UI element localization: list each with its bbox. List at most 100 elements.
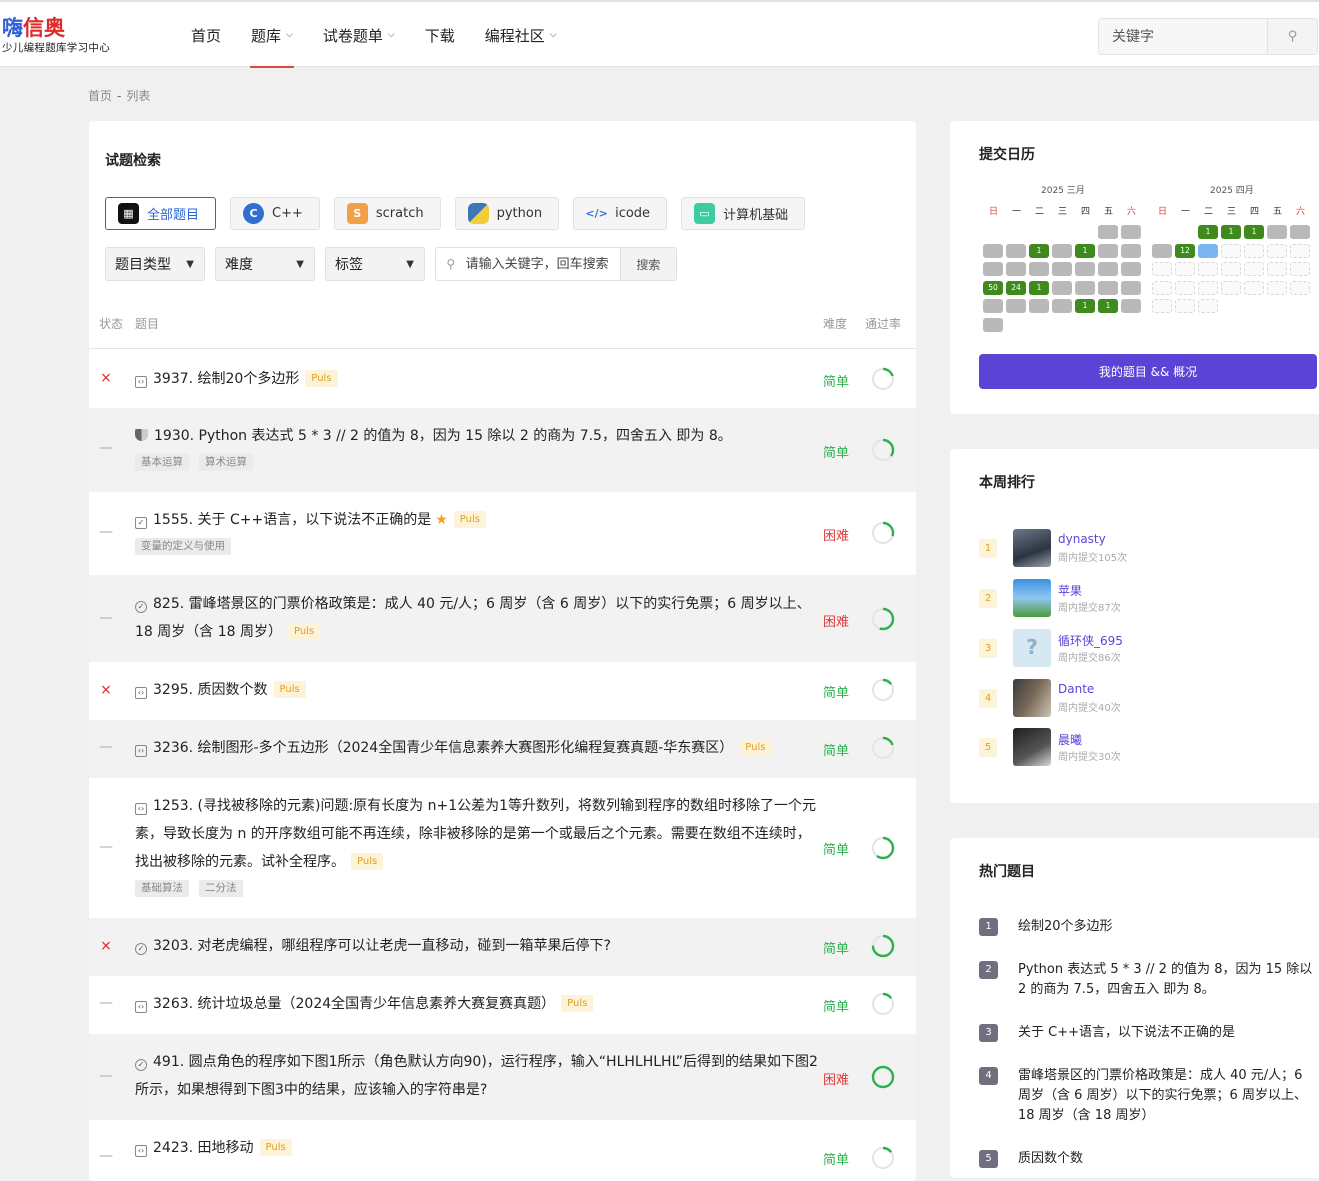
calendar-day[interactable] <box>1052 299 1072 314</box>
calendar-day[interactable] <box>1221 280 1241 295</box>
rank-username[interactable]: Dante <box>1058 682 1094 696</box>
hot-item-title[interactable]: 绘制20个多边形 <box>1018 917 1316 937</box>
category-cpp[interactable]: C C++ <box>230 197 320 230</box>
calendar-day[interactable] <box>983 262 1003 277</box>
nav-problems[interactable]: 题库 ⌵ <box>236 2 308 68</box>
calendar-day[interactable] <box>1075 280 1095 295</box>
problem-title[interactable]: 1555. 关于 C++语言，以下说法不正确的是 <box>153 512 431 528</box>
problem-title[interactable]: 491. 圆点角色的程序如下图1所示（角色默认方向90)，运行程序，输入“HLH… <box>135 1054 818 1098</box>
calendar-day[interactable] <box>1175 299 1195 314</box>
calendar-day[interactable] <box>1052 262 1072 277</box>
my-problems-button[interactable]: 我的题目 && 概况 <box>979 354 1317 389</box>
global-search-input[interactable] <box>1099 19 1267 54</box>
calendar-day[interactable] <box>1121 262 1141 277</box>
calendar-day[interactable] <box>1198 280 1218 295</box>
calendar-day[interactable] <box>1152 280 1172 295</box>
problem-title[interactable]: 1930. Python 表达式 5 * 3 // 2 的值为 8，因为 15 … <box>154 428 732 444</box>
hot-item-title[interactable]: 雷峰塔景区的门票价格政策是：成人 40 元/人；6 周岁（含 6 周岁）以下的实… <box>1018 1066 1316 1126</box>
calendar-day[interactable] <box>1121 225 1141 239</box>
problem-title[interactable]: 3295. 质因数个数 <box>153 682 268 698</box>
tag-chip[interactable]: 二分法 <box>199 880 243 897</box>
calendar-day[interactable] <box>1175 262 1195 277</box>
calendar-day[interactable] <box>1290 280 1310 295</box>
rank-username[interactable]: 苹果 <box>1058 582 1082 599</box>
rank-username[interactable]: 循环侠_695 <box>1058 632 1123 649</box>
calendar-day[interactable] <box>1290 243 1310 258</box>
rank-item[interactable]: 2 苹果 周内提交87次 <box>979 579 1299 619</box>
problem-title[interactable]: 3236. 绘制图形-多个五边形（2024全国青少年信息素养大赛图形化编程复赛真… <box>153 740 733 756</box>
nav-papers[interactable]: 试卷题单 ⌵ <box>308 2 410 68</box>
type-select[interactable]: 题目类型 ▼ <box>105 247 205 281</box>
problem-title[interactable]: 1253. (寻找被移除的元素)问题:原有长度为 n+1公差为1等升数列，将数列… <box>135 798 816 870</box>
table-row[interactable]: × ‹› 3295. 质因数个数 Puls 简单 <box>89 662 916 720</box>
calendar-day[interactable] <box>1267 243 1287 258</box>
table-row[interactable]: — 1930. Python 表达式 5 * 3 // 2 的值为 8，因为 1… <box>89 408 916 492</box>
calendar-day[interactable] <box>1121 299 1141 314</box>
rank-item[interactable]: 4 Dante 周内提交40次 <box>979 679 1299 719</box>
calendar-day[interactable]: 1 <box>1221 225 1241 239</box>
rank-item[interactable]: 5 晨曦 周内提交30次 <box>979 728 1299 768</box>
tag-chip[interactable]: 算术运算 <box>199 454 253 471</box>
calendar-day[interactable] <box>1075 262 1095 277</box>
table-row[interactable]: — ✓ 491. 圆点角色的程序如下图1所示（角色默认方向90)，运行程序，输入“… <box>89 1034 916 1120</box>
table-row[interactable]: — ‹› 3263. 统计垃圾总量（2024全国青少年信息素养大赛复赛真题） Pul… <box>89 976 916 1034</box>
calendar-day[interactable]: 1 <box>1244 225 1264 239</box>
calendar-day[interactable] <box>1098 280 1118 295</box>
calendar-day[interactable] <box>1244 280 1264 295</box>
calendar-day[interactable] <box>1052 243 1072 258</box>
category-all[interactable]: ▦ 全部题目 <box>105 197 217 230</box>
calendar-day[interactable] <box>1267 262 1287 277</box>
calendar-day[interactable] <box>1029 299 1049 314</box>
calendar-day[interactable] <box>1221 243 1241 258</box>
category-computer-basics[interactable]: ▭ 计算机基础 <box>681 197 806 230</box>
calendar-day[interactable] <box>1006 299 1026 314</box>
category-icode[interactable]: </> icode <box>573 197 668 230</box>
calendar-day[interactable] <box>1175 280 1195 295</box>
calendar-day[interactable] <box>1098 262 1118 277</box>
calendar-day[interactable] <box>1198 299 1218 314</box>
calendar-day[interactable] <box>1152 243 1172 258</box>
calendar-day[interactable] <box>1029 262 1049 277</box>
search-icon[interactable]: ⚲ <box>1267 19 1317 54</box>
calendar-day[interactable] <box>1267 225 1287 239</box>
table-row[interactable]: — ‹› 3236. 绘制图形-多个五边形（2024全国青少年信息素养大赛图形化编… <box>89 720 916 778</box>
keyword-search-button[interactable]: 搜索 <box>619 248 676 280</box>
keyword-input[interactable] <box>465 248 620 280</box>
problem-title[interactable]: 3263. 统计垃圾总量（2024全国青少年信息素养大赛复赛真题） <box>153 996 555 1012</box>
calendar-day[interactable] <box>1121 280 1141 295</box>
calendar-day[interactable] <box>983 243 1003 258</box>
calendar-day[interactable] <box>1267 280 1287 295</box>
rank-item[interactable]: 1 dynasty 周内提交105次 <box>979 529 1299 569</box>
table-row[interactable]: × ✓ 3203. 对老虎编程，哪组程序可以让老虎一直移动，碰到一箱苹果后停下? … <box>89 918 916 976</box>
calendar-day[interactable] <box>1006 262 1026 277</box>
calendar-day[interactable]: 1 <box>1075 243 1095 258</box>
problem-title[interactable]: 3937. 绘制20个多边形 <box>153 371 299 387</box>
calendar-day[interactable]: 1 <box>1075 299 1095 314</box>
table-row[interactable]: — ‹› 2423. 田地移动 Puls 简单 <box>89 1120 916 1181</box>
table-row[interactable]: — ✓ 1555. 关于 C++语言，以下说法不正确的是 ★ Puls 变量的定义与使… <box>89 492 916 575</box>
calendar-day[interactable]: 1 <box>1198 225 1218 239</box>
site-logo[interactable]: 嗨信奥 少儿编程题库学习中心 <box>2 16 122 55</box>
calendar-day[interactable] <box>983 299 1003 314</box>
table-row[interactable]: × ‹› 3937. 绘制20个多边形 Puls 简单 <box>89 350 916 408</box>
table-row[interactable]: — ‹› 1253. (寻找被移除的元素)问题:原有长度为 n+1公差为1等升数列… <box>89 778 916 918</box>
breadcrumb-home[interactable]: 首页 <box>88 89 112 103</box>
rank-username[interactable]: 晨曦 <box>1058 731 1082 748</box>
category-python[interactable]: python <box>454 197 560 230</box>
calendar-day[interactable] <box>1198 262 1218 277</box>
calendar-day[interactable] <box>1152 299 1172 314</box>
nav-community[interactable]: 编程社区 ⌵ <box>470 2 572 68</box>
hot-item-title[interactable]: 关于 C++语言，以下说法不正确的是 <box>1018 1023 1316 1043</box>
nav-download[interactable]: 下载 <box>410 2 470 68</box>
hot-item-title[interactable]: Python 表达式 5 * 3 // 2 的值为 8，因为 15 除以 2 的… <box>1018 960 1316 1000</box>
calendar-day[interactable] <box>1290 225 1310 239</box>
hot-item-title[interactable]: 质因数个数 <box>1018 1149 1316 1169</box>
calendar-day[interactable]: 50 <box>983 280 1003 295</box>
calendar-day[interactable]: 12 <box>1175 243 1195 258</box>
tag-chip[interactable]: 变量的定义与使用 <box>135 538 231 555</box>
calendar-day[interactable] <box>1198 243 1218 258</box>
problem-title[interactable]: 2423. 田地移动 <box>153 1140 254 1156</box>
calendar-day[interactable] <box>1052 280 1072 295</box>
tag-chip[interactable]: 基础算法 <box>135 880 189 897</box>
calendar-day[interactable] <box>983 318 1003 332</box>
